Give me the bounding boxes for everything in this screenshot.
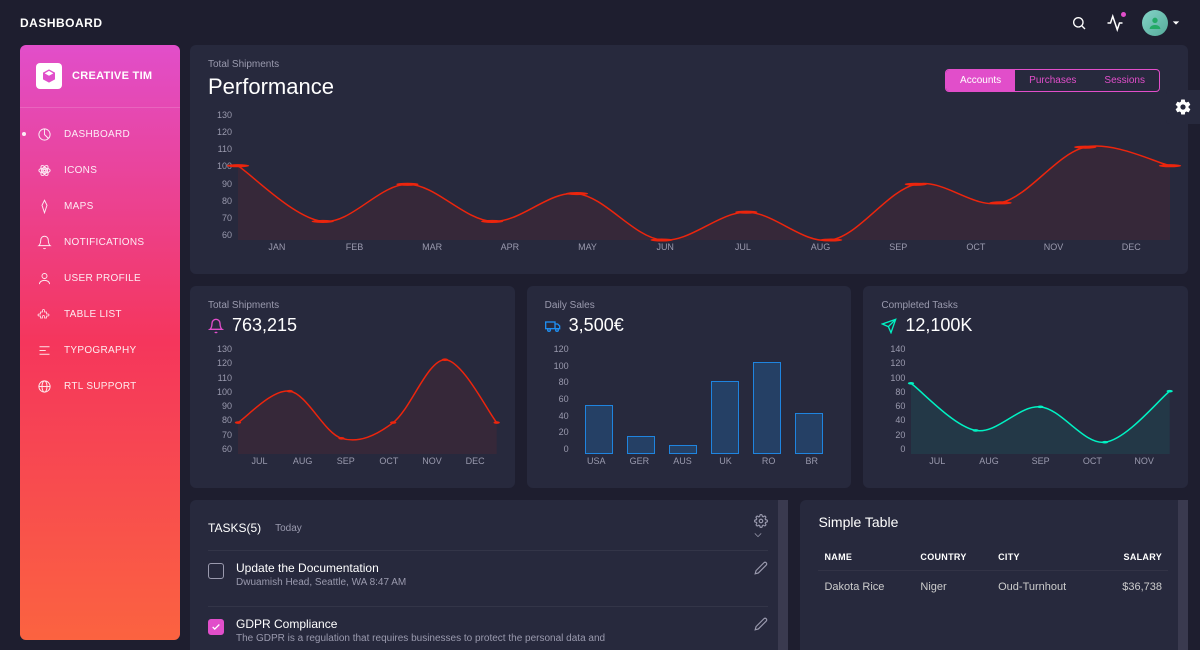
shipments-value: 763,215	[208, 315, 497, 336]
scrollbar[interactable]	[778, 500, 788, 650]
brand[interactable]: CREATIVE TIM	[20, 63, 180, 108]
sidebar-item-label: DASHBOARD	[64, 129, 130, 140]
activity-icon[interactable]	[1106, 14, 1124, 32]
task-checkbox[interactable]	[208, 619, 224, 635]
table-card: Simple Table NAMECOUNTRYCITYSALARY Dakot…	[800, 500, 1188, 650]
table-header: CITY	[992, 544, 1099, 571]
performance-card: Accounts Purchases Sessions Total Shipme…	[190, 45, 1188, 274]
task-title: Update the Documentation	[236, 561, 742, 575]
shipments-chart: 13012011010090807060JULAUGSEPOCTNOVDEC	[208, 344, 497, 474]
user-menu[interactable]	[1142, 10, 1180, 36]
tab-purchases[interactable]: Purchases	[1015, 70, 1090, 91]
table-header: SALARY	[1099, 544, 1168, 571]
tab-sessions[interactable]: Sessions	[1090, 70, 1159, 91]
task-edit-button[interactable]	[754, 617, 768, 631]
performance-tabs: Accounts Purchases Sessions	[945, 69, 1160, 92]
tasks-settings-button[interactable]	[754, 514, 768, 542]
sidebar-item-user-profile[interactable]: USER PROFILE	[20, 260, 180, 296]
gear-icon	[1174, 98, 1192, 116]
search-icon[interactable]	[1070, 14, 1088, 32]
sidebar: CREATIVE TIM DASHBOARD ICONS MAPS NOTIFICAT…	[20, 45, 180, 640]
topbar-actions	[1070, 10, 1180, 36]
bell-icon	[208, 318, 224, 334]
sidebar-item-label: TYPOGRAPHY	[64, 345, 136, 356]
task-title: GDPR Compliance	[236, 617, 742, 631]
send-icon	[881, 318, 897, 334]
sidebar-item-table-list[interactable]: TABLE LIST	[20, 296, 180, 332]
scrollbar[interactable]	[1178, 500, 1188, 650]
sales-chart: 120100806040200USAGERAUSUKROBR	[545, 344, 834, 474]
topbar: DASHBOARD	[0, 0, 1200, 45]
brand-logo-icon	[36, 63, 62, 89]
sidebar-item-rtl-support[interactable]: RTL SUPPORT	[20, 368, 180, 404]
performance-chart: 13012011010090807060JANFEBMARAPRMAYJUNJU…	[208, 110, 1170, 260]
align-icon	[36, 342, 52, 358]
table-title: Simple Table	[818, 514, 1168, 530]
brand-name: CREATIVE TIM	[72, 70, 152, 82]
sidebar-item-notifications[interactable]: NOTIFICATIONS	[20, 224, 180, 260]
settings-button[interactable]	[1166, 90, 1200, 124]
tasks-count: TASKS(5)	[208, 521, 261, 535]
completed-sub: Completed Tasks	[881, 300, 1170, 311]
sidebar-item-label: USER PROFILE	[64, 273, 141, 284]
task-desc: The GDPR is a regulation that requires b…	[236, 633, 742, 644]
shipments-sub: Total Shipments	[208, 300, 497, 311]
sales-value: 3,500€	[545, 315, 834, 336]
simple-table: NAMECOUNTRYCITYSALARY Dakota RiceNigerOu…	[818, 544, 1168, 603]
sales-card: Daily Sales 3,500€ 120100806040200USAGER…	[527, 286, 852, 488]
puzzle-icon	[36, 306, 52, 322]
sidebar-item-dashboard[interactable]: DASHBOARD	[20, 116, 180, 152]
shipments-card: Total Shipments 763,215 1301201101009080…	[190, 286, 515, 488]
task-item: GDPR Compliance The GDPR is a regulation …	[208, 606, 768, 650]
chevron-down-icon	[1172, 19, 1180, 27]
avatar	[1142, 10, 1168, 36]
tasks-sub: Today	[275, 523, 302, 534]
task-edit-button[interactable]	[754, 561, 768, 575]
completed-card: Completed Tasks 12,100K 1401201008060402…	[863, 286, 1188, 488]
bell-icon	[36, 234, 52, 250]
task-item: Update the Documentation Dwuamish Head, S…	[208, 550, 768, 598]
sidebar-item-label: NOTIFICATIONS	[64, 237, 144, 248]
sales-sub: Daily Sales	[545, 300, 834, 311]
completed-value: 12,100K	[881, 315, 1170, 336]
pencil-icon	[754, 617, 768, 631]
sidebar-item-label: ICONS	[64, 165, 97, 176]
atom-icon	[36, 162, 52, 178]
pin-icon	[36, 198, 52, 214]
pencil-icon	[754, 561, 768, 575]
gear-icon	[754, 514, 768, 528]
tab-accounts[interactable]: Accounts	[946, 70, 1015, 91]
sidebar-item-label: TABLE LIST	[64, 309, 122, 320]
sidebar-item-icons[interactable]: ICONS	[20, 152, 180, 188]
delivery-icon	[545, 318, 561, 334]
table-header: COUNTRY	[914, 544, 992, 571]
page-title: DASHBOARD	[20, 16, 103, 30]
sidebar-item-typography[interactable]: TYPOGRAPHY	[20, 332, 180, 368]
chevron-down-icon	[754, 531, 762, 539]
globe-icon	[36, 378, 52, 394]
chart-pie-icon	[36, 126, 52, 142]
completed-chart: 140120100806040200JULAUGSEPOCTNOV	[881, 344, 1170, 474]
task-desc: Dwuamish Head, Seattle, WA 8:47 AM	[236, 577, 742, 588]
tasks-card: TASKS(5) Today Update the Documentation D…	[190, 500, 788, 650]
table-header: NAME	[818, 544, 914, 571]
sidebar-item-label: RTL SUPPORT	[64, 381, 137, 392]
sidebar-item-label: MAPS	[64, 201, 94, 212]
tasks-header: TASKS(5) Today	[208, 514, 768, 542]
task-checkbox[interactable]	[208, 563, 224, 579]
main-content: Accounts Purchases Sessions Total Shipme…	[190, 45, 1200, 650]
sidebar-item-maps[interactable]: MAPS	[20, 188, 180, 224]
table-row: Dakota RiceNigerOud-Turnhout$36,738	[818, 571, 1168, 604]
user-icon	[36, 270, 52, 286]
